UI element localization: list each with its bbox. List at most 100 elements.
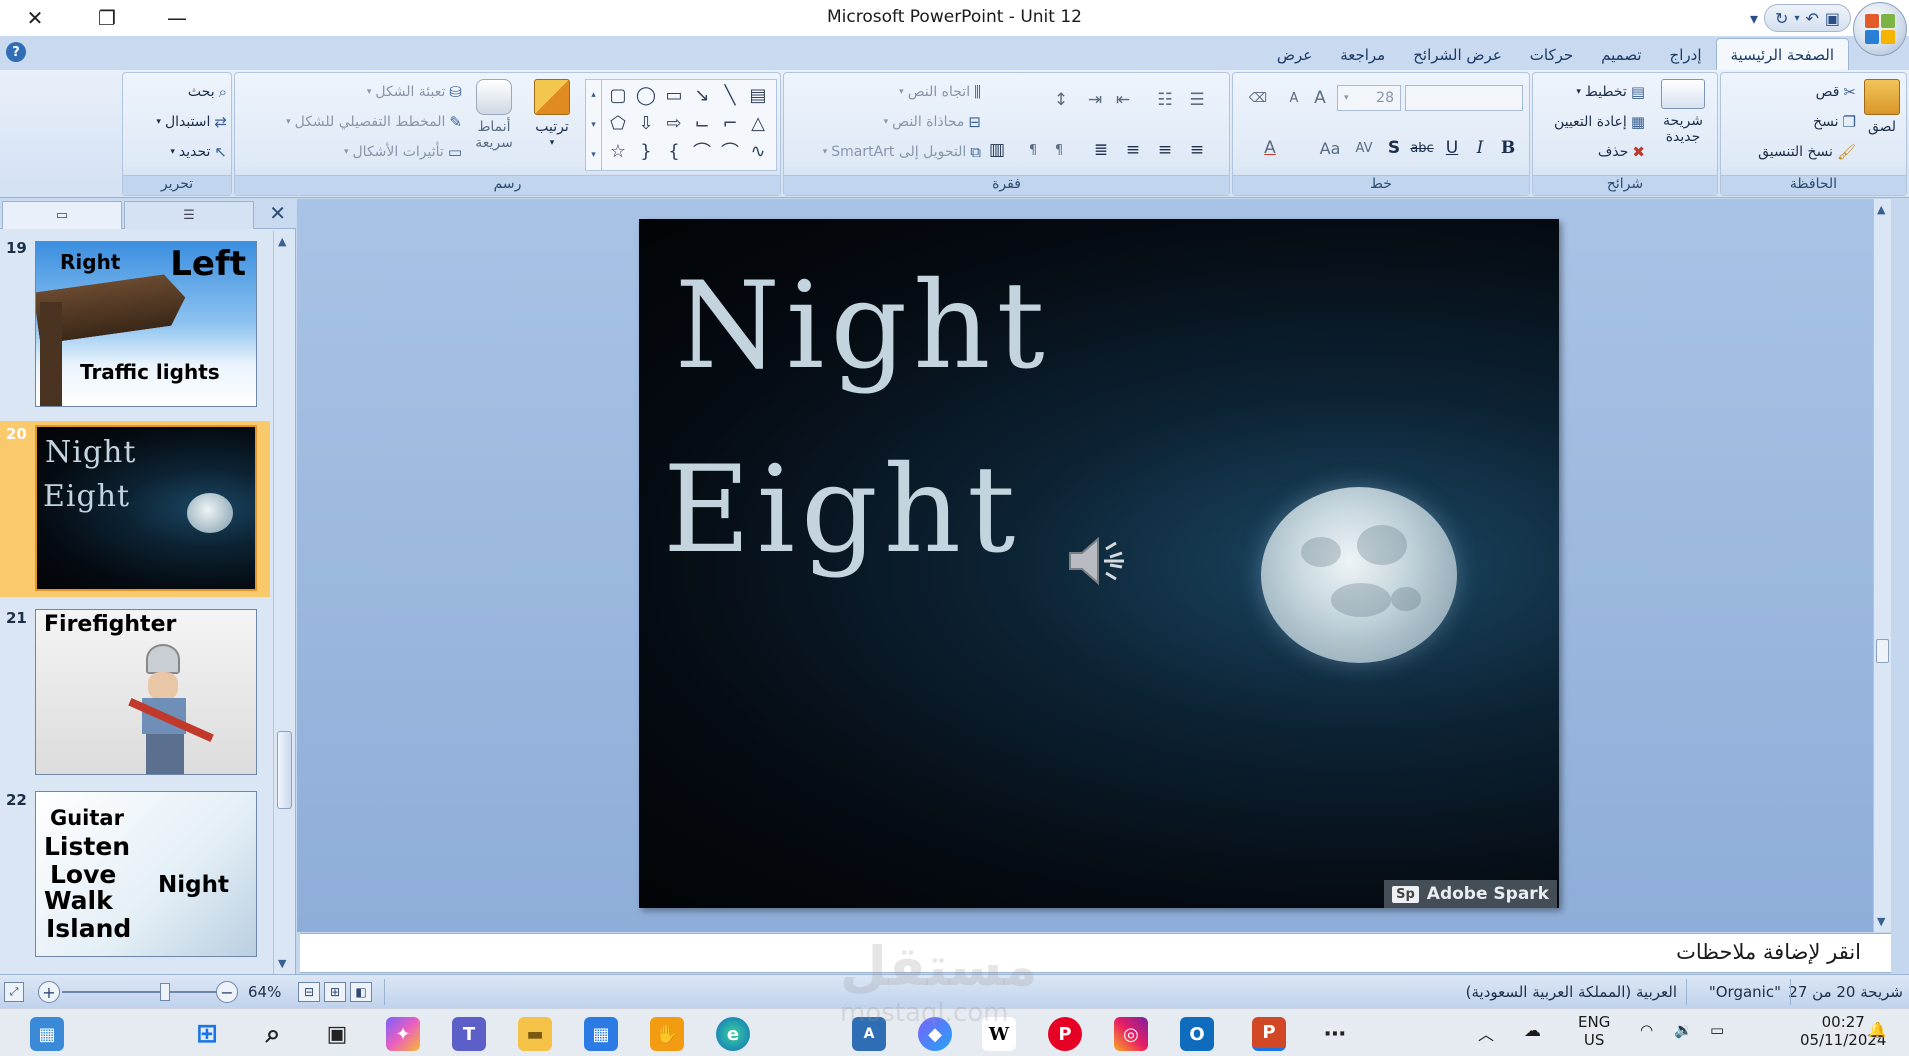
edge-icon[interactable]: e [716, 1017, 750, 1051]
shape-fill-button[interactable]: ⛁ تعبئة الشكل ▾ [367, 83, 462, 101]
shrink-font-button[interactable]: A [1281, 85, 1307, 111]
find-button[interactable]: ⌕ بحث [188, 83, 227, 101]
shape-outline-button[interactable]: ✎ المخطط التفصيلي للشكل ▾ [286, 113, 462, 131]
rtl-button[interactable]: ¶ [1046, 137, 1072, 163]
zoom-level[interactable]: 64% [248, 983, 281, 1001]
star-shape-icon[interactable]: ☆ [606, 140, 630, 162]
speaker-icon[interactable] [1064, 531, 1134, 591]
wikipedia-icon[interactable]: W [982, 1017, 1016, 1051]
fit-to-window-icon[interactable]: ⤢ [4, 982, 24, 1002]
moon-image[interactable] [1261, 487, 1457, 663]
font-color-button[interactable]: A [1257, 135, 1283, 161]
slide-thumbnail-row-selected[interactable]: 20 Night Eight [0, 421, 270, 597]
font-name-box[interactable] [1405, 85, 1523, 111]
ltr-button[interactable]: ¶ [1020, 137, 1046, 163]
scroll-up-icon[interactable]: ▲ [278, 235, 286, 248]
pinterest-icon[interactable]: P [1048, 1017, 1082, 1051]
rounded-rectangle-shape-icon[interactable]: ▢ [606, 84, 630, 106]
tab-review[interactable]: مراجعة [1326, 40, 1399, 70]
clear-formatting-button[interactable]: ⌫ [1245, 85, 1271, 111]
wifi-icon[interactable]: ◠ [1640, 1021, 1653, 1039]
slide-sorter-view-icon[interactable]: ⊞ [324, 982, 346, 1002]
scroll-down-icon[interactable]: ▼ [278, 957, 286, 970]
zoom-in-button[interactable]: + [38, 981, 60, 1003]
layout-button[interactable]: ▤ تخطيط ▾ [1576, 83, 1645, 101]
notification-bell-icon[interactable]: 🔔 [1868, 1021, 1887, 1039]
align-text-button[interactable]: ⊟ محاذاة النص ▾ [884, 113, 981, 131]
triangle-shape-icon[interactable]: △ [746, 112, 770, 134]
translate-icon[interactable]: A [852, 1017, 886, 1051]
widgets-icon[interactable]: ▦ [30, 1017, 64, 1051]
cloud-icon[interactable]: ☁ [1524, 1021, 1541, 1041]
freeform-shape-icon[interactable]: ∿ [746, 140, 770, 162]
arrow-line-shape-icon[interactable]: ↘ [690, 84, 714, 106]
strikethrough-button[interactable]: abc [1409, 135, 1435, 161]
gallery-scroll[interactable]: ▴ ▾ ▾ [586, 80, 602, 170]
undo-dropdown-icon[interactable]: ▾ [1794, 13, 1799, 24]
curve-shape-icon[interactable]: ⌒ [718, 140, 742, 163]
arc-shape-icon[interactable]: ⌒ [690, 140, 714, 163]
tab-animations[interactable]: حركات [1516, 40, 1587, 70]
outline-tab[interactable]: ☰ [124, 201, 254, 229]
arrange-button[interactable]: ترتيب ▾ [525, 79, 579, 151]
instagram-icon[interactable]: ◎ [1114, 1017, 1148, 1051]
tab-view[interactable]: عرض [1263, 40, 1326, 70]
left-brace-shape-icon[interactable]: { [662, 140, 686, 162]
down-arrow-shape-icon[interactable]: ⇩ [634, 112, 658, 134]
start-icon[interactable]: ⊞ [190, 1017, 224, 1051]
teams-icon[interactable]: T [452, 1017, 486, 1051]
bold-button[interactable]: B [1495, 135, 1521, 161]
more-apps-icon[interactable]: ⋯ [1318, 1017, 1352, 1051]
replace-button[interactable]: ⇄ استبدال ▾ [156, 113, 227, 131]
align-center-button[interactable]: ≡ [1152, 137, 1178, 163]
character-spacing-button[interactable]: AV [1351, 135, 1377, 161]
editor-scroll-up-icon[interactable]: ▲ [1877, 203, 1885, 216]
slide-title-line1[interactable]: Night [675, 257, 1051, 396]
pane-scrollbar[interactable]: ▲ ▼ [273, 231, 295, 974]
language-status[interactable]: العربية (المملكة العربية السعودية) [1466, 983, 1677, 1001]
select-button[interactable]: ↖ تحديد ▾ [170, 143, 227, 161]
shape-effects-button[interactable]: ▭ تأثيرات الأشكال ▾ [344, 143, 462, 161]
undo-icon[interactable]: ↶ [1805, 9, 1818, 28]
quick-styles-button[interactable]: أنماط سريعة [467, 79, 521, 151]
tab-insert[interactable]: إدراج [1656, 40, 1716, 70]
tab-slideshow[interactable]: عرض الشرائح [1399, 40, 1516, 70]
increase-indent-button[interactable]: ⇥ [1082, 87, 1108, 113]
task-view-icon[interactable]: ▣ [320, 1017, 354, 1051]
close-pane-icon[interactable]: ✕ [269, 201, 286, 225]
numbering-button[interactable]: ☷ [1152, 87, 1178, 113]
line-shape-icon[interactable]: ╲ [718, 84, 742, 106]
slide-thumbnail-row[interactable]: 19 Right Left Traffic lights [0, 235, 270, 411]
slide-thumbnail-row[interactable]: 22 Guitar Listen Love Walk Island Night [0, 787, 270, 963]
copy-button[interactable]: ❐ نسخ [1813, 113, 1856, 131]
text-shadow-button[interactable]: S [1381, 135, 1407, 161]
search-icon[interactable]: ⌕ [256, 1017, 290, 1051]
save-icon[interactable]: ▣ [1825, 9, 1840, 28]
italic-button[interactable]: I [1467, 135, 1493, 161]
pentagon-shape-icon[interactable]: ⬠ [606, 112, 630, 134]
notes-pane[interactable]: انقر لإضافة ملاحظات [300, 933, 1891, 973]
cut-button[interactable]: ✂ قص [1816, 83, 1856, 101]
oval-shape-icon[interactable]: ◯ [634, 84, 658, 106]
app-circle-icon[interactable]: ◆ [918, 1017, 952, 1051]
rectangle-shape-icon[interactable]: ▭ [662, 84, 686, 106]
outlook-icon[interactable]: O [1180, 1017, 1214, 1051]
elbow-arrow-shape-icon[interactable]: ⌙ [690, 112, 714, 134]
underline-button[interactable]: U [1439, 135, 1465, 161]
convert-smartart-button[interactable]: ⧉ التحويل إلى SmartArt ▾ [823, 143, 981, 161]
align-right-button[interactable]: ≡ [1184, 137, 1210, 163]
line-spacing-button[interactable]: ↕ [1048, 87, 1074, 113]
store-icon[interactable]: ▦ [584, 1017, 618, 1051]
delete-slide-button[interactable]: ✖ حذف [1598, 143, 1645, 161]
elbow-connector-shape-icon[interactable]: ⌐ [718, 112, 742, 134]
volume-icon[interactable]: 🔉 [1674, 1021, 1693, 1039]
change-case-button[interactable]: Aa [1317, 135, 1343, 161]
pane-scroll-thumb[interactable] [277, 731, 292, 809]
columns-button[interactable]: ▥ [984, 137, 1010, 163]
app-icon[interactable]: ✋ [650, 1017, 684, 1051]
copilot-icon[interactable]: ✦ [386, 1017, 420, 1051]
input-language[interactable]: ENG US [1578, 1013, 1610, 1049]
editor-vertical-scrollbar[interactable]: ▲ ▼ [1873, 199, 1891, 932]
powerpoint-icon[interactable]: P [1252, 1017, 1286, 1051]
tray-chevron-icon[interactable]: ︿ [1478, 1021, 1494, 1045]
